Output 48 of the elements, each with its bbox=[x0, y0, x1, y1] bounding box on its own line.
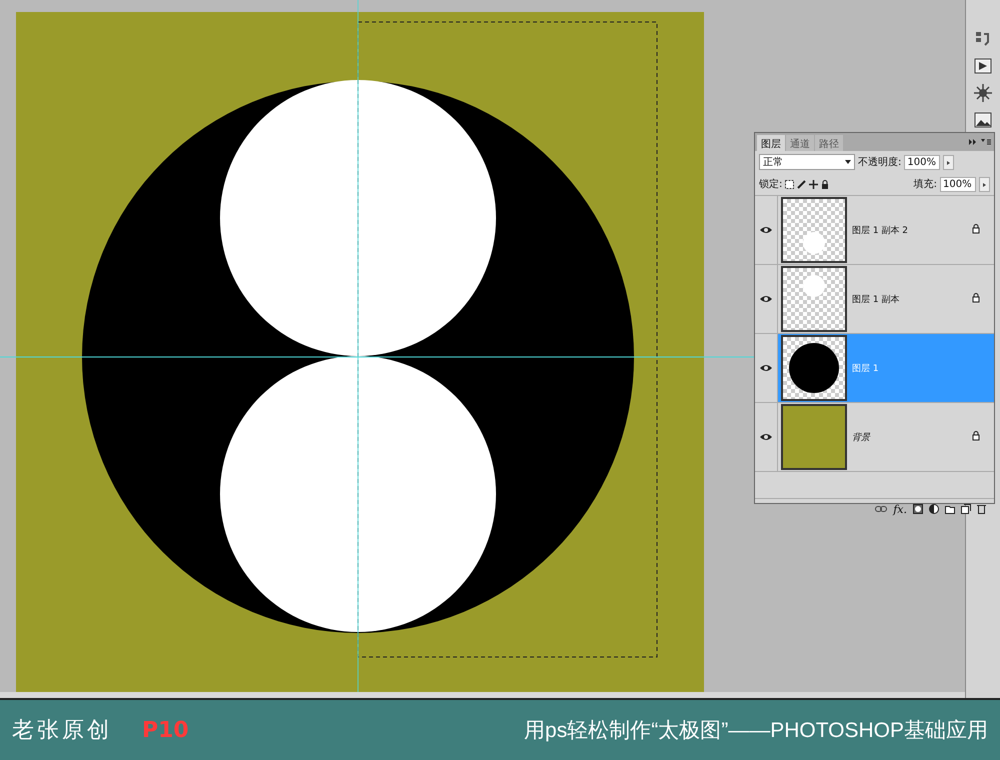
brush-icon[interactable] bbox=[797, 180, 806, 188]
stepper-icon[interactable] bbox=[943, 154, 954, 170]
eye-icon[interactable] bbox=[760, 364, 772, 372]
sun-icon[interactable] bbox=[974, 84, 992, 102]
circle-thumbnail bbox=[803, 232, 825, 254]
panel-tab[interactable]: 路径 bbox=[815, 135, 843, 151]
fill-thumbnail bbox=[781, 404, 847, 470]
eye-icon[interactable] bbox=[760, 433, 772, 441]
panel-tab[interactable]: 图层 bbox=[757, 135, 785, 151]
layer-name: 背景 bbox=[852, 432, 872, 444]
layer-row[interactable]: 图层 1 副本 bbox=[778, 265, 994, 333]
author-label: 老张原创 bbox=[12, 717, 112, 745]
blend-mode-value: 正常 bbox=[763, 156, 783, 169]
move-icon[interactable] bbox=[809, 180, 818, 188]
panel-tab[interactable]: 通道 bbox=[786, 135, 814, 151]
mask-icon[interactable] bbox=[913, 504, 923, 514]
adjustment-icon[interactable] bbox=[929, 504, 939, 514]
play-icon[interactable] bbox=[974, 58, 992, 74]
layer-row[interactable]: 背景 bbox=[778, 403, 994, 471]
layer-name: 图层 1 副本 bbox=[852, 294, 900, 306]
lock-label: 锁定: bbox=[759, 178, 782, 191]
opacity-field[interactable]: 100% bbox=[904, 154, 940, 170]
layer-name: 图层 1 bbox=[852, 362, 880, 374]
eye-icon[interactable] bbox=[760, 295, 772, 303]
layer-row[interactable]: 图层 1 副本 2 bbox=[778, 196, 994, 264]
circle-thumbnail bbox=[803, 275, 825, 297]
caret-icon bbox=[845, 160, 851, 164]
fill-field[interactable]: 100% bbox=[940, 176, 976, 192]
circle-thumbnail bbox=[789, 343, 839, 393]
lock-transparency-icon[interactable] bbox=[785, 180, 794, 188]
fill-label: 填充: bbox=[914, 178, 937, 191]
page-number: P10 bbox=[142, 718, 189, 742]
tutorial-title: 用ps轻松制作“太极图”——PHOTOSHOP基础应用 bbox=[524, 718, 988, 744]
eye-icon[interactable] bbox=[760, 226, 772, 234]
trash-icon[interactable] bbox=[977, 504, 986, 514]
history-icon[interactable] bbox=[974, 30, 992, 48]
link-icon[interactable] bbox=[875, 506, 888, 512]
opacity-label: 不透明度: bbox=[858, 156, 902, 169]
layer-name: 图层 1 副本 2 bbox=[852, 224, 910, 236]
lock-icon[interactable] bbox=[821, 180, 830, 188]
stepper-icon[interactable] bbox=[979, 176, 990, 192]
collapse-icon[interactable] bbox=[969, 139, 977, 145]
effects-button[interactable]: fx. bbox=[893, 502, 907, 516]
new-layer-icon[interactable] bbox=[961, 504, 971, 514]
horizontal-scrollbar[interactable] bbox=[0, 692, 965, 698]
panel-menu-icon[interactable] bbox=[981, 139, 991, 145]
image-icon[interactable] bbox=[974, 112, 992, 128]
blend-mode-dropdown[interactable]: 正常 bbox=[759, 154, 855, 170]
